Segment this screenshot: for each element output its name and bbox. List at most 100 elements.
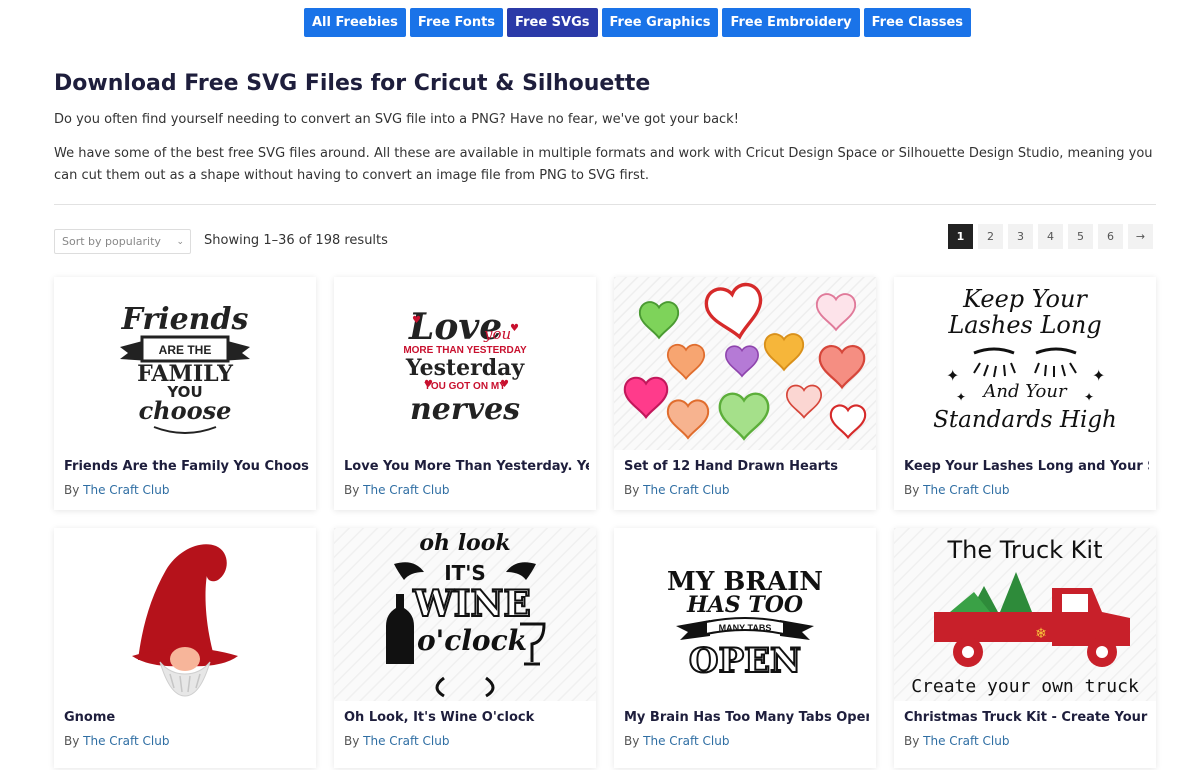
page-1-current[interactable]: 1 <box>948 224 973 249</box>
product-card[interactable]: Love you MORE THAN YESTERDAY Yesterday Y… <box>334 277 596 510</box>
product-image-brain-tabs[interactable]: MY BRAIN HAS TOO MANY TABS OPEN <box>614 528 876 701</box>
product-byline: By The Craft Club <box>904 483 1009 497</box>
love-art-line-5: YOU GOT ON MY <box>424 381 506 392</box>
brain-tabs-artwork: MY BRAIN HAS TOO MANY TABS OPEN <box>667 567 823 682</box>
pagination: 1 2 3 4 5 6 → <box>948 224 1153 249</box>
next-page-arrow-icon[interactable]: → <box>1128 224 1153 249</box>
product-title[interactable]: Oh Look, It's Wine O'clock <box>344 710 589 725</box>
product-card[interactable]: oh look IT'S WINE o'clock Oh Look, It's … <box>334 528 596 768</box>
page-title: Download Free SVG Files for Cricut & Sil… <box>54 71 651 96</box>
product-card[interactable]: Gnome By The Craft Club <box>54 528 316 768</box>
love-art-line-6: nerves <box>410 392 520 427</box>
tab-free-fonts[interactable]: Free Fonts <box>409 8 504 37</box>
chevron-down-icon: ⌄ <box>176 236 184 247</box>
svg-text:♥: ♥ <box>412 315 421 326</box>
svg-text:✦: ✦ <box>956 390 966 404</box>
svg-text:♥: ♥ <box>500 379 509 390</box>
product-title[interactable]: Love You More Than Yesterday. Yes <box>344 459 589 474</box>
product-title[interactable]: Keep Your Lashes Long and Your St <box>904 459 1149 474</box>
page-2-link[interactable]: 2 <box>978 224 1003 249</box>
friends-art-line-1: Friends <box>121 302 249 337</box>
product-byline: By The Craft Club <box>904 734 1009 748</box>
product-image-lashes[interactable]: Keep Your Lashes Long ✦ ✦ ✦ ✦ And Your S… <box>894 277 1156 450</box>
friends-art-line-5: choose <box>139 396 232 425</box>
author-link[interactable]: The Craft Club <box>923 483 1009 497</box>
author-link[interactable]: The Craft Club <box>83 734 169 748</box>
tab-free-embroidery[interactable]: Free Embroidery <box>722 8 860 37</box>
svg-text:♥: ♥ <box>510 323 519 334</box>
svg-text:♥: ♥ <box>424 379 433 390</box>
product-image-truck-kit[interactable]: The Truck Kit ❄ Create your own truck <box>894 528 1156 701</box>
product-card[interactable]: MY BRAIN HAS TOO MANY TABS OPEN My Brain… <box>614 528 876 768</box>
intro-paragraph-1: Do you often find yourself needing to co… <box>54 112 739 127</box>
product-image-friends[interactable]: Friends ARE THE FAMILY YOU choose <box>54 277 316 450</box>
truck-art-line-2: Create your own truck <box>911 676 1139 697</box>
product-image-love-you[interactable]: Love you MORE THAN YESTERDAY Yesterday Y… <box>334 277 596 450</box>
product-byline: By The Craft Club <box>624 734 729 748</box>
wine-art-line-1: oh look <box>419 530 510 556</box>
author-link[interactable]: The Craft Club <box>363 734 449 748</box>
by-prefix: By <box>344 734 360 748</box>
product-title[interactable]: Christmas Truck Kit - Create Your C <box>904 710 1149 725</box>
product-card[interactable]: Friends ARE THE FAMILY YOU choose Friend… <box>54 277 316 510</box>
lashes-art-line-3: And Your <box>981 381 1068 402</box>
intro-paragraph-2: We have some of the best free SVG files … <box>54 146 1153 183</box>
product-image-hearts[interactable] <box>614 277 876 450</box>
sort-label: Sort by popularity <box>62 235 161 248</box>
friends-artwork: Friends ARE THE FAMILY YOU choose <box>120 302 250 434</box>
brain-art-line-4: OPEN <box>689 641 801 681</box>
lashes-art-line-2: Lashes Long <box>947 311 1101 339</box>
brain-art-line-2: HAS TOO <box>686 592 803 618</box>
tab-all-freebies[interactable]: All Freebies <box>304 8 406 37</box>
brain-art-line-3: MANY TABS <box>719 623 772 633</box>
tab-free-graphics[interactable]: Free Graphics <box>601 8 719 37</box>
friends-art-line-2: ARE THE <box>159 343 212 357</box>
gnome-artwork <box>132 544 238 697</box>
tab-free-classes[interactable]: Free Classes <box>863 8 972 37</box>
love-you-artwork: Love you MORE THAN YESTERDAY Yesterday Y… <box>403 306 527 427</box>
author-link[interactable]: The Craft Club <box>363 483 449 497</box>
truck-art-line-1: The Truck Kit <box>946 536 1102 564</box>
wine-art-line-3: WINE <box>412 583 531 625</box>
lashes-art-line-1: Keep Your <box>962 285 1088 313</box>
page-3-link[interactable]: 3 <box>1008 224 1033 249</box>
author-link[interactable]: The Craft Club <box>923 734 1009 748</box>
product-image-gnome[interactable] <box>54 528 316 701</box>
product-byline: By The Craft Club <box>344 734 449 748</box>
product-title[interactable]: Gnome <box>64 710 309 725</box>
svg-text:✦: ✦ <box>1092 366 1105 385</box>
author-link[interactable]: The Craft Club <box>643 483 729 497</box>
hearts-artwork <box>614 277 876 450</box>
product-title[interactable]: My Brain Has Too Many Tabs Open <box>624 710 869 725</box>
product-title[interactable]: Set of 12 Hand Drawn Hearts <box>624 459 869 474</box>
product-image-wine[interactable]: oh look IT'S WINE o'clock <box>334 528 596 701</box>
product-byline: By The Craft Club <box>64 734 169 748</box>
wine-artwork: oh look IT'S WINE o'clock <box>334 528 596 701</box>
by-prefix: By <box>64 483 80 497</box>
divider <box>54 204 1156 205</box>
svg-text:✦: ✦ <box>946 366 959 385</box>
product-card[interactable]: The Truck Kit ❄ Create your own truck Ch… <box>894 528 1156 768</box>
product-byline: By The Craft Club <box>624 483 729 497</box>
product-byline: By The Craft Club <box>344 483 449 497</box>
svg-text:❄: ❄ <box>1035 626 1047 642</box>
results-count: Showing 1–36 of 198 results <box>204 233 388 248</box>
lashes-artwork: Keep Your Lashes Long ✦ ✦ ✦ ✦ And Your S… <box>933 285 1117 433</box>
product-title[interactable]: Friends Are the Family You Choose <box>64 459 309 474</box>
lashes-art-line-4: Standards High <box>933 407 1117 433</box>
page-6-link[interactable]: 6 <box>1098 224 1123 249</box>
by-prefix: By <box>344 483 360 497</box>
product-card[interactable]: Set of 12 Hand Drawn Hearts By The Craft… <box>614 277 876 510</box>
product-card[interactable]: Keep Your Lashes Long ✦ ✦ ✦ ✦ And Your S… <box>894 277 1156 510</box>
page-4-link[interactable]: 4 <box>1038 224 1063 249</box>
tab-free-svgs[interactable]: Free SVGs <box>507 8 598 37</box>
truck-kit-artwork: The Truck Kit ❄ Create your own truck <box>894 528 1156 701</box>
sort-select[interactable]: Sort by popularity ⌄ <box>54 229 191 254</box>
by-prefix: By <box>624 734 640 748</box>
wine-art-line-2: IT'S <box>444 561 486 585</box>
author-link[interactable]: The Craft Club <box>83 483 169 497</box>
by-prefix: By <box>904 734 920 748</box>
page-5-link[interactable]: 5 <box>1068 224 1093 249</box>
author-link[interactable]: The Craft Club <box>643 734 729 748</box>
by-prefix: By <box>64 734 80 748</box>
